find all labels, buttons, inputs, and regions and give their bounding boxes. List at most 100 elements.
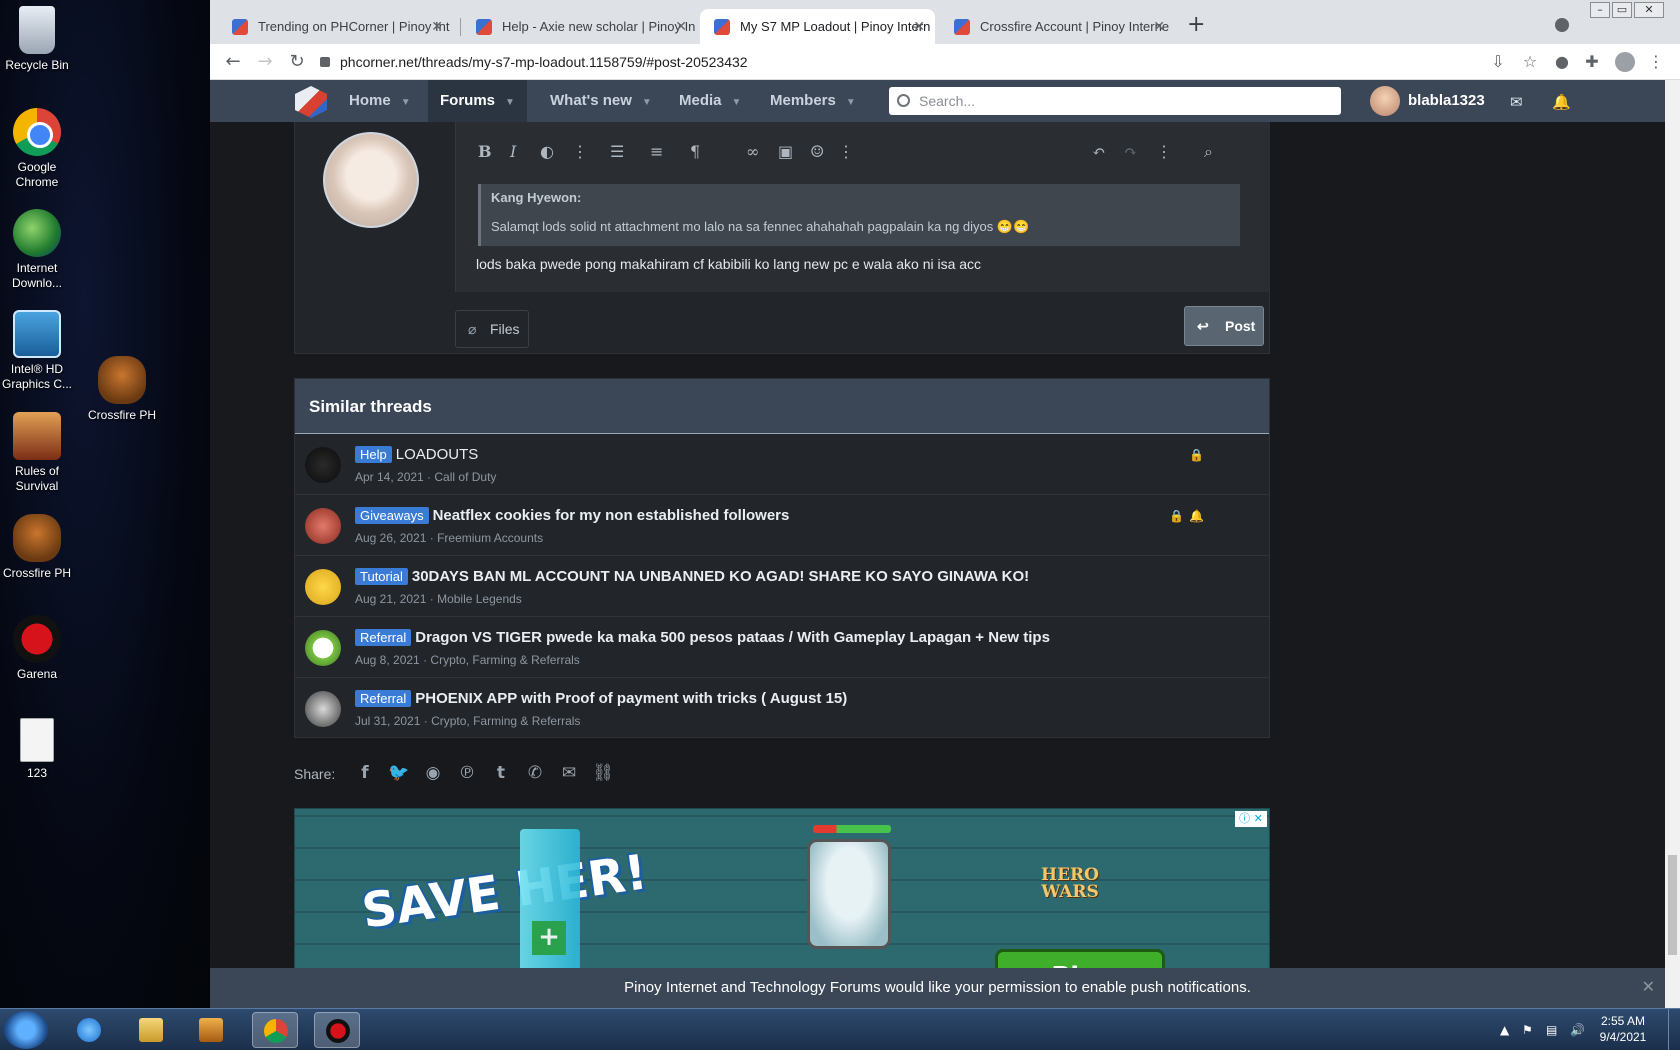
close-window-button[interactable]: ✕ <box>1634 2 1664 18</box>
facebook-icon[interactable]: f <box>354 763 376 783</box>
page-scrollbar[interactable] <box>1665 80 1680 1008</box>
forum-search-input[interactable]: Search... <box>889 87 1341 115</box>
show-hidden-icons[interactable]: ▲ <box>1500 1023 1509 1037</box>
taskbar-garena[interactable] <box>314 1012 360 1048</box>
undo-icon[interactable]: ↶ <box>1092 142 1105 161</box>
volume-icon[interactable]: 🔊 <box>1570 1023 1585 1037</box>
action-center-flag-icon[interactable]: ⚑ <box>1522 1023 1533 1037</box>
desktop-icon-garena[interactable]: Garena <box>0 615 77 682</box>
desktop-icon-chrome[interactable]: Google Chrome <box>0 108 77 190</box>
desktop-icon-crossfire-1[interactable]: Crossfire PH <box>82 356 162 423</box>
bold-icon[interactable]: B <box>478 142 492 161</box>
new-tab-button[interactable]: + <box>1187 12 1205 37</box>
nav-media[interactable]: Media ▼ <box>667 80 753 122</box>
user-avatar[interactable] <box>1370 86 1400 116</box>
close-icon[interactable]: ✕ <box>1642 968 1655 1008</box>
italic-icon[interactable]: I <box>510 142 516 161</box>
start-button[interactable] <box>4 1011 48 1049</box>
thread-row[interactable]: Giveaways Neatflex cookies for my non est… <box>295 495 1269 556</box>
extensions-puzzle-icon[interactable]: ✚ <box>1582 52 1602 72</box>
close-tab-icon[interactable]: ✕ <box>675 9 687 44</box>
redo-icon[interactable]: ↷ <box>1124 142 1137 161</box>
desktop-icon-intel[interactable]: Intel® HD Graphics C... <box>0 310 77 392</box>
forward-button[interactable]: → <box>253 50 277 74</box>
inbox-envelope-icon[interactable]: ✉ <box>1510 93 1523 111</box>
text-color-palette-icon[interactable]: ◐ <box>540 142 554 161</box>
thread-title[interactable]: Help LOADOUTS <box>355 446 478 463</box>
thread-prefix-label[interactable]: Help <box>355 446 392 463</box>
more-tools-icon[interactable]: ⋮ <box>1156 142 1172 161</box>
thread-title[interactable]: Referral Dragon VS TIGER pwede ka maka 50… <box>355 629 1050 646</box>
thread-prefix-label[interactable]: Tutorial <box>355 568 408 585</box>
attach-files-button[interactable]: ⌀ Files <box>455 310 529 348</box>
link-icon[interactable]: ⛓ <box>592 763 614 783</box>
maximize-button[interactable]: ▭ <box>1612 2 1632 18</box>
thread-title[interactable]: Giveaways Neatflex cookies for my non est… <box>355 507 789 524</box>
profile-avatar-icon[interactable] <box>1615 52 1635 72</box>
image-icon[interactable]: ▣ <box>778 142 793 161</box>
thread-row[interactable]: Referral Dragon VS TIGER pwede ka maka 50… <box>295 617 1269 678</box>
chevron-down-icon[interactable]: ▼ <box>846 97 856 108</box>
chevron-down-icon[interactable]: ▼ <box>505 97 515 108</box>
post-reply-button[interactable]: ↩ Post <box>1184 306 1264 346</box>
install-app-icon[interactable]: ⇩ <box>1488 52 1508 72</box>
thread-prefix-label[interactable]: Referral <box>355 690 412 707</box>
more-insert-icon[interactable]: ⋮ <box>838 142 854 161</box>
desktop-icon-file-123[interactable]: 123 <box>0 718 77 781</box>
address-bar[interactable]: phcorner.net/threads/my-s7-mp-loadout.11… <box>320 48 1530 76</box>
network-icon[interactable]: ▤ <box>1546 1023 1557 1037</box>
desktop-icon-crossfire-2[interactable]: Crossfire PH <box>0 514 77 581</box>
emoji-icon[interactable]: ☺ <box>810 142 824 161</box>
tab-search-icon[interactable] <box>1555 18 1569 32</box>
scrollbar-thumb[interactable] <box>1668 855 1677 955</box>
chevron-down-icon[interactable]: ▼ <box>732 97 742 108</box>
nav-home[interactable]: Home ▼ <box>337 80 423 122</box>
close-tab-icon[interactable]: ✕ <box>431 9 443 44</box>
thread-title[interactable]: Tutorial 30DAYS BAN ML ACCOUNT NA UNBANNE… <box>355 568 1029 585</box>
show-desktop-button[interactable] <box>1668 1009 1680 1050</box>
extension-globe-icon[interactable]: ● <box>1552 52 1572 72</box>
tumblr-icon[interactable]: t <box>490 763 512 783</box>
thread-author-avatar[interactable] <box>305 691 341 727</box>
thread-row[interactable]: Referral PHOENIX APP with Proof of paymen… <box>295 678 1269 739</box>
browser-tab-1[interactable]: Trending on PHCorner | Pinoy Int ✕ <box>218 9 453 44</box>
thread-author-avatar[interactable] <box>305 569 341 605</box>
adchoices-close-icon[interactable]: ⓘ ✕ <box>1235 811 1267 827</box>
more-options-icon[interactable]: ⋮ <box>572 142 588 161</box>
desktop-icon-recycle-bin[interactable]: Recycle Bin <box>0 6 77 73</box>
reload-button[interactable]: ↻ <box>285 50 309 74</box>
taskbar-file-explorer[interactable] <box>128 1012 174 1048</box>
align-dropdown-icon[interactable]: ≡ <box>650 142 663 161</box>
chevron-down-icon[interactable]: ▼ <box>401 97 411 108</box>
thread-row[interactable]: Tutorial 30DAYS BAN ML ACCOUNT NA UNBANNE… <box>295 556 1269 617</box>
alerts-bell-icon[interactable]: 🔔 <box>1552 93 1571 111</box>
list-dropdown-icon[interactable]: ☰ <box>610 142 624 161</box>
thread-title[interactable]: Referral PHOENIX APP with Proof of paymen… <box>355 690 847 707</box>
whatsapp-icon[interactable]: ✆ <box>524 763 546 783</box>
paragraph-dropdown-icon[interactable]: ¶ <box>690 142 700 161</box>
reply-editor[interactable]: B I ◐ ⋮ ☰ ≡ ¶ ∞ ▣ ☺ ⋮ ↶ ↷ ⋮ ⌕ Kang Hyewo… <box>455 122 1270 292</box>
back-button[interactable]: ← <box>221 50 245 74</box>
email-icon[interactable]: ✉ <box>558 763 580 783</box>
phcorner-logo-icon[interactable] <box>295 86 327 118</box>
system-clock[interactable]: 2:55 AM 9/4/2021 <box>1588 1013 1658 1045</box>
link-icon[interactable]: ∞ <box>746 142 759 161</box>
reddit-icon[interactable]: ◉ <box>422 763 444 783</box>
chevron-down-icon[interactable]: ▼ <box>642 97 652 108</box>
minimize-button[interactable]: – <box>1590 2 1610 18</box>
browser-tab-3-active[interactable]: My S7 MP Loadout | Pinoy Intern ✕ <box>700 9 935 44</box>
close-tab-icon[interactable]: ✕ <box>1153 9 1165 44</box>
browser-tab-2[interactable]: Help - Axie new scholar | Pinoy In ✕ <box>462 9 697 44</box>
browser-tab-4[interactable]: Crossfire Account | Pinoy Interne ✕ <box>940 9 1175 44</box>
username-link[interactable]: blabla1323 <box>1408 80 1485 122</box>
nav-forums[interactable]: Forums ▼ <box>428 80 527 122</box>
twitter-icon[interactable]: 🐦 <box>388 763 410 783</box>
desktop-icon-idm[interactable]: Internet Downlo... <box>0 209 77 291</box>
nav-whats-new[interactable]: What's new ▼ <box>538 80 664 122</box>
close-tab-icon[interactable]: ✕ <box>913 9 925 44</box>
browser-menu-icon[interactable]: ⋮ <box>1646 52 1666 72</box>
taskbar-chrome[interactable] <box>252 1012 298 1048</box>
taskbar-media-player[interactable] <box>188 1012 234 1048</box>
thread-prefix-label[interactable]: Giveaways <box>355 507 429 524</box>
nav-members[interactable]: Members ▼ <box>758 80 868 122</box>
